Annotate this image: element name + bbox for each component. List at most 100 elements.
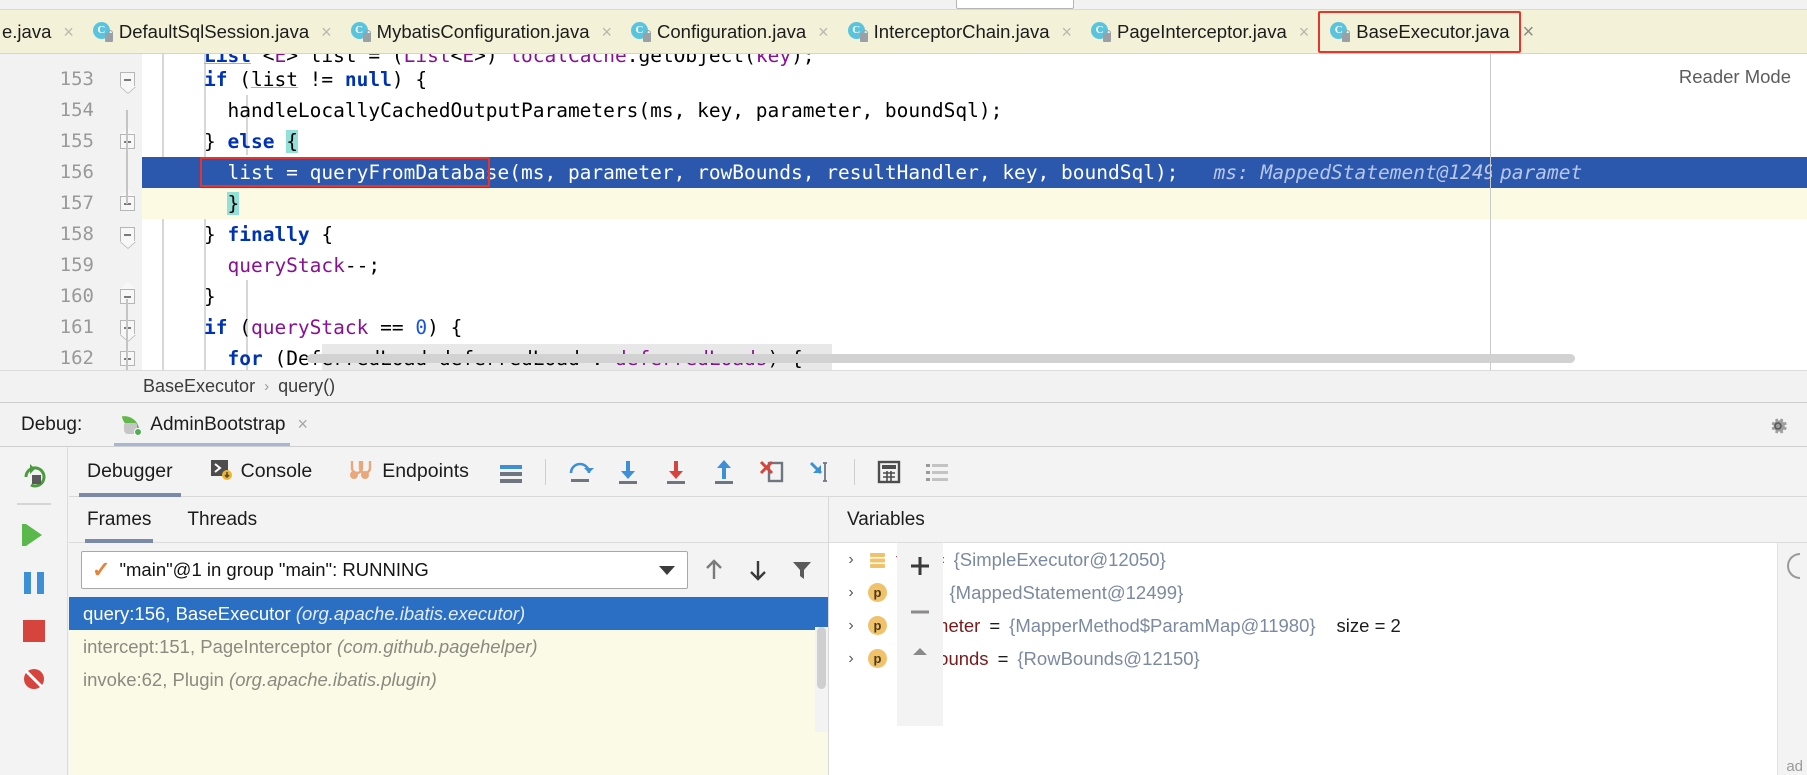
- close-icon[interactable]: ×: [818, 23, 829, 41]
- filter-icon[interactable]: [784, 552, 820, 588]
- debug-session-tab[interactable]: AdminBootstrap ×: [110, 403, 318, 447]
- chevron-right-icon[interactable]: ›: [843, 617, 859, 635]
- step-into-icon[interactable]: [611, 455, 645, 489]
- frames-list[interactable]: query:156, BaseExecutor (org.apache.ibat…: [69, 597, 828, 696]
- line-number: 160: [0, 281, 110, 312]
- frame-row[interactable]: query:156, BaseExecutor (org.apache.ibat…: [69, 597, 828, 630]
- editor-tab-2[interactable]: C MybatisConfiguration.java ×: [341, 10, 621, 54]
- frame-method: invoke:62, Plugin: [83, 669, 224, 690]
- resume-program-icon[interactable]: [14, 515, 54, 555]
- editor-tab-label: Configuration.java: [657, 21, 806, 43]
- force-step-into-icon[interactable]: [659, 455, 693, 489]
- frame-package: (org.apache.ibatis.plugin): [229, 669, 437, 690]
- code-line-161: if (queryStack == 0) {: [142, 312, 1807, 343]
- debug-tool-window: Debugger Console: [0, 446, 1807, 775]
- breadcrumb[interactable]: BaseExecutor › query(): [0, 370, 1807, 402]
- reader-mode-label[interactable]: Reader Mode: [1679, 66, 1791, 88]
- variables-left-toolbar[interactable]: [897, 543, 943, 726]
- settings-list-icon[interactable]: [920, 455, 954, 489]
- debug-side-toolbar[interactable]: [0, 447, 68, 775]
- tab-console[interactable]: Console: [191, 447, 331, 497]
- frame-row[interactable]: invoke:62, Plugin (org.apache.ibatis.plu…: [69, 663, 828, 696]
- code-editor[interactable]: 153 154 155 156 157 158 159 160 161 162: [0, 54, 1807, 370]
- frames-pane-tabs[interactable]: Frames Threads: [69, 497, 828, 543]
- variables-right-rail[interactable]: [1777, 543, 1807, 775]
- run-to-cursor-icon[interactable]: [803, 455, 837, 489]
- mute-breakpoints-icon[interactable]: [14, 659, 54, 699]
- frame-package: (com.github.pagehelper): [337, 636, 538, 657]
- close-icon[interactable]: ×: [1299, 23, 1310, 41]
- add-watch-icon[interactable]: [903, 549, 937, 588]
- spring-boot-icon: [120, 414, 142, 436]
- line-number: 162: [0, 343, 110, 370]
- variable-row[interactable]: › this = {SimpleExecutor@12050}: [829, 543, 1807, 576]
- fold-toggle-icon[interactable]: [114, 219, 140, 250]
- close-icon[interactable]: ×: [321, 23, 332, 41]
- tab-endpoints[interactable]: Endpoints: [330, 447, 487, 497]
- rerun-icon[interactable]: [14, 455, 54, 495]
- editor-tab-1[interactable]: C DefaultSqlSession.java ×: [83, 10, 341, 54]
- editor-tab-label: e.java: [2, 21, 51, 43]
- editor-tab-5[interactable]: C PageInterceptor.java ×: [1081, 10, 1318, 54]
- variable-row[interactable]: › p ms = {MappedStatement@12499}: [829, 576, 1807, 609]
- step-out-icon[interactable]: [707, 455, 741, 489]
- minus-icon[interactable]: [903, 595, 937, 634]
- chevron-down-icon[interactable]: [659, 566, 675, 575]
- editor-tab-6-active[interactable]: C BaseExecutor.java: [1318, 11, 1520, 53]
- editor-horizontal-scrollbar[interactable]: [307, 354, 1575, 363]
- evaluate-expression-icon[interactable]: [872, 455, 906, 489]
- variable-value: {MapperMethod$ParamMap@11980}: [1009, 615, 1315, 637]
- frames-pane: Frames Threads ✓ "main"@1 in group "main…: [69, 497, 829, 775]
- close-icon[interactable]: ×: [602, 23, 613, 41]
- chevron-right-icon[interactable]: ›: [843, 584, 859, 602]
- thread-selector-value: "main"@1 in group "main": RUNNING: [119, 559, 428, 581]
- sort-icon[interactable]: [903, 641, 937, 680]
- variable-row[interactable]: › p parameter = {MapperMethod$ParamMap@1…: [829, 609, 1807, 642]
- search-everywhere-stub[interactable]: [956, 0, 1074, 9]
- status-hint: ad: [1786, 758, 1803, 775]
- debug-tabs-bar[interactable]: Debugger Console: [69, 447, 1807, 497]
- chevron-right-icon[interactable]: ›: [843, 551, 859, 569]
- tab-threads[interactable]: Threads: [187, 497, 257, 543]
- pause-program-icon[interactable]: [14, 563, 54, 603]
- arrow-up-icon[interactable]: [696, 552, 732, 588]
- step-over-icon[interactable]: [563, 455, 597, 489]
- drop-frame-icon[interactable]: [755, 455, 789, 489]
- code-line-160: }: [142, 281, 1807, 312]
- frame-row[interactable]: intercept:151, PageInterceptor (com.gith…: [69, 630, 828, 663]
- chevron-right-icon[interactable]: ›: [843, 650, 859, 668]
- breadcrumb-method[interactable]: query(): [278, 376, 335, 397]
- collapse-handle-icon[interactable]: [1787, 553, 1800, 579]
- stop-icon[interactable]: [14, 611, 54, 651]
- editor-tab-4[interactable]: C InterceptorChain.java ×: [838, 10, 1081, 54]
- fold-toggle-icon[interactable]: [114, 64, 140, 95]
- tab-label: Endpoints: [382, 460, 469, 483]
- close-icon[interactable]: ×: [1062, 23, 1073, 41]
- code-text-area[interactable]: List <E> list = (List<E>) localCache.get…: [142, 54, 1807, 370]
- close-icon[interactable]: ×: [297, 414, 308, 435]
- stack-frame-icon: [868, 550, 887, 569]
- layout-settings-icon[interactable]: [494, 455, 528, 489]
- editor-gutter[interactable]: 153 154 155 156 157 158 159 160 161 162: [0, 54, 142, 370]
- close-icon[interactable]: ×: [1523, 22, 1535, 42]
- tab-debugger[interactable]: Debugger: [69, 447, 191, 497]
- frame-method: query:156, BaseExecutor: [83, 603, 291, 624]
- equals-sign: =: [998, 648, 1009, 670]
- arrow-down-icon[interactable]: [740, 552, 776, 588]
- editor-vertical-divider: [1490, 54, 1491, 370]
- close-icon[interactable]: ×: [63, 23, 74, 41]
- variable-row[interactable]: › p rowBounds = {RowBounds@12150}: [829, 642, 1807, 675]
- variables-title: Variables: [829, 497, 1807, 543]
- tab-frames[interactable]: Frames: [87, 497, 151, 543]
- editor-tab-0[interactable]: e.java ×: [0, 10, 83, 54]
- editor-tab-bar[interactable]: e.java × C DefaultSqlSession.java × C My…: [0, 10, 1807, 54]
- gear-icon[interactable]: [1766, 414, 1790, 438]
- tab-label: Console: [241, 460, 313, 483]
- ide-window: e.java × C DefaultSqlSession.java × C My…: [0, 0, 1807, 775]
- endpoints-icon: [348, 457, 374, 487]
- editor-tab-3[interactable]: C Configuration.java ×: [621, 10, 838, 54]
- thread-selector[interactable]: ✓ "main"@1 in group "main": RUNNING: [81, 551, 688, 589]
- top-strip: [0, 0, 1807, 10]
- breadcrumb-class[interactable]: BaseExecutor: [143, 376, 255, 397]
- frames-scrollbar[interactable]: [815, 627, 828, 732]
